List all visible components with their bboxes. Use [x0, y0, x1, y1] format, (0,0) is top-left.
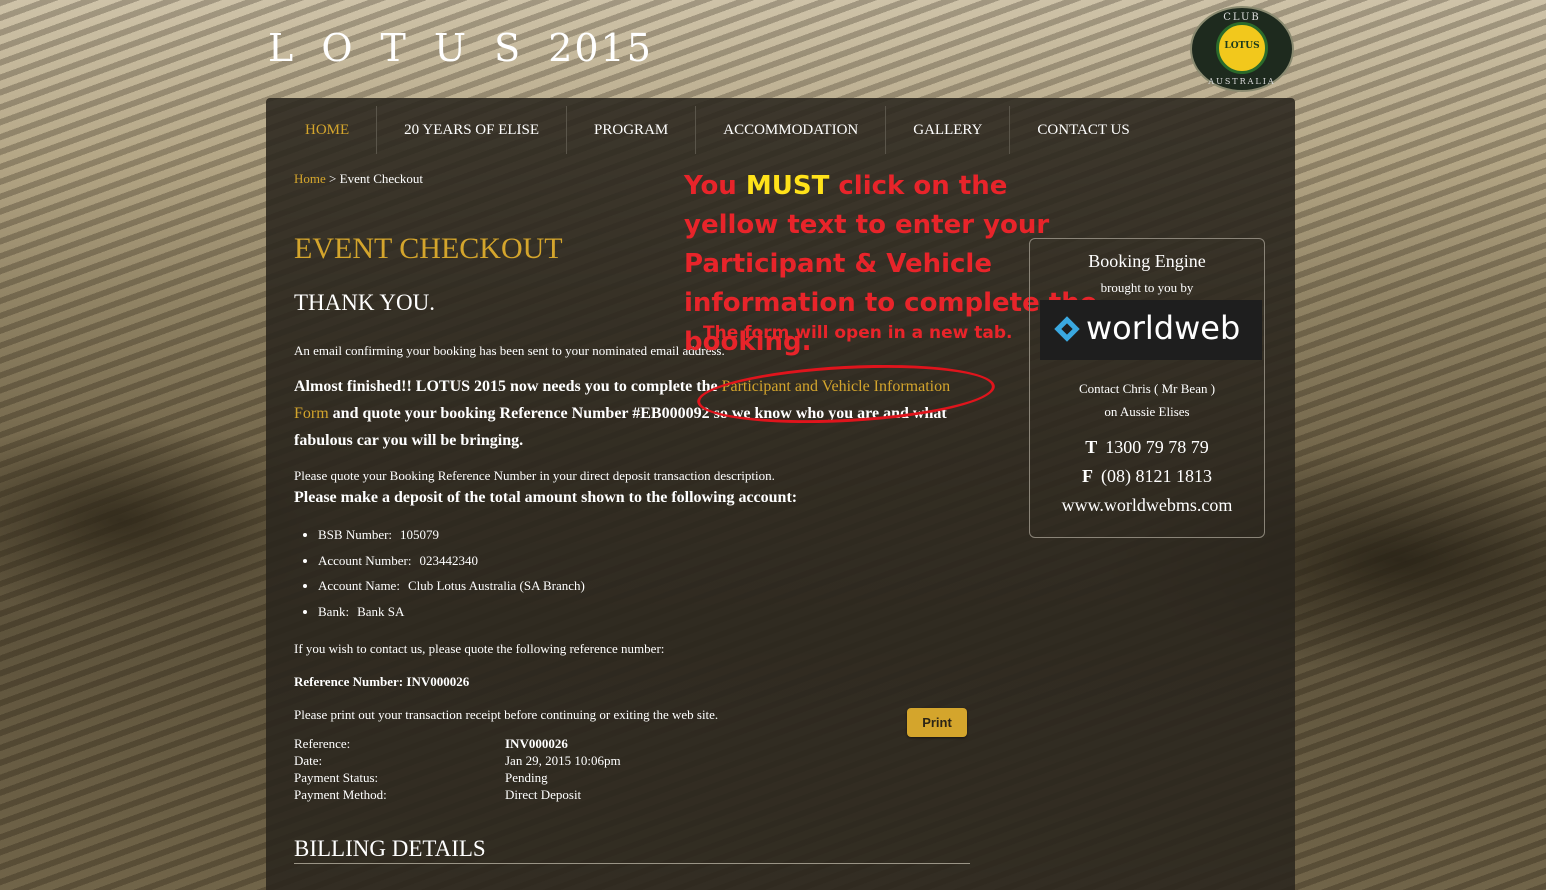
sidebar-contact-line-2: on Aussie Elises — [1104, 404, 1190, 419]
thank-you-heading: THANK YOU. — [294, 290, 435, 315]
nav-item-contact-us[interactable]: CONTACT US — [1010, 106, 1156, 154]
booking-engine-sidebar: Booking Engine brought to you by worldwe… — [1029, 238, 1265, 538]
list-item: Bank: Bank SA — [318, 599, 585, 625]
nav-item-20-years-of-elise[interactable]: 20 YEARS OF ELISE — [377, 106, 568, 154]
print-note: Please print out your transaction receip… — [294, 707, 719, 722]
bank-account-name-value: Club Lotus Australia (SA Branch) — [407, 578, 585, 594]
bank-bsb-label: BSB Number: — [318, 527, 393, 542]
bank-bsb-value: 105079 — [400, 527, 440, 542]
breadcrumb: Home > Event Checkout — [294, 171, 423, 187]
print-button[interactable]: Print — [907, 708, 967, 737]
txn-method-label: Payment Method: — [294, 787, 387, 802]
txn-date-value: Jan 29, 2015 10:06pm — [505, 753, 621, 768]
almost-finished-text-pre: Almost finished!! LOTUS 2015 now needs y… — [294, 378, 722, 395]
logo-text-bottom: AUSTRALIA — [1208, 77, 1276, 86]
worldweb-logo-text: worldweb — [1086, 309, 1241, 347]
txn-reference-value: INV000026 — [505, 736, 568, 751]
transaction-details: Reference: INV000026 Date: Jan 29, 2015 10… — [294, 735, 621, 803]
page-title: EVENT CHECKOUT — [294, 232, 563, 265]
annotation-subnote: The form will open in a new tab. — [703, 323, 1013, 343]
annotation-must: MUST — [745, 171, 830, 201]
sidebar-fax: F (08) 8121 1813 — [1030, 466, 1264, 487]
txn-status-value: Pending — [505, 770, 548, 785]
breadcrumb-separator: > — [329, 171, 337, 186]
deposit-heading: Please make a deposit of the total amoun… — [294, 489, 798, 506]
nav-item-accommodation[interactable]: ACCOMMODATION — [696, 106, 887, 154]
txn-date-label: Date: — [294, 753, 323, 768]
list-item: Account Number: 023442340 — [318, 548, 585, 574]
content-panel: HOME 20 YEARS OF ELISE PROGRAM ACCOMMODA… — [266, 98, 1295, 890]
sidebar-title: Booking Engine — [1088, 251, 1206, 271]
breadcrumb-current: Event Checkout — [339, 171, 424, 186]
txn-method-value: Direct Deposit — [505, 787, 582, 802]
fax-label: F — [1082, 466, 1093, 486]
site-title-year: 2015 — [548, 26, 653, 70]
logo-text-center: LOTUS — [1224, 41, 1260, 51]
table-row: Payment Status: Pending — [294, 769, 621, 786]
email-confirmation-note: An email confirming your booking has bee… — [294, 343, 725, 358]
nav-item-program[interactable]: PROGRAM — [567, 106, 697, 154]
quote-reference-note: Please quote your Booking Reference Numb… — [294, 468, 775, 483]
sidebar-brought-by: brought to you by — [1100, 280, 1194, 295]
billing-details-heading: BILLING DETAILS — [294, 836, 970, 864]
table-row: Reference: INV000026 — [294, 735, 621, 752]
nav-item-home[interactable]: HOME — [266, 106, 378, 154]
nav-item-gallery[interactable]: GALLERY — [886, 106, 1011, 154]
table-row: Payment Method: Direct Deposit — [294, 786, 621, 803]
phone-label: T — [1085, 437, 1098, 457]
worldweb-diamond-icon — [1054, 316, 1080, 342]
txn-status-label: Payment Status: — [294, 770, 379, 785]
bank-details-list: BSB Number: 105079 Account Number: 0234423… — [294, 522, 585, 624]
sidebar-website-link[interactable]: www.worldwebms.com — [1030, 495, 1264, 516]
bank-name-value: Bank SA — [357, 603, 405, 619]
sidebar-contact-line-1: Contact Chris ( Mr Bean ) — [1078, 381, 1216, 396]
bank-name-label: Bank: — [318, 603, 350, 619]
breadcrumb-home-link[interactable]: Home — [294, 171, 326, 186]
txn-reference-label: Reference: — [294, 736, 351, 751]
site-title[interactable]: L O T U S 2015 — [268, 26, 653, 70]
list-item: Account Name: Club Lotus Australia (SA Br… — [318, 573, 585, 599]
annotation-text-pre: You — [684, 171, 746, 201]
main-nav: HOME 20 YEARS OF ELISE PROGRAM ACCOMMODA… — [266, 106, 1157, 154]
worldweb-logo[interactable]: worldweb — [1040, 300, 1262, 360]
bank-account-name-label: Account Name: — [318, 578, 400, 594]
list-item: BSB Number: 105079 — [318, 522, 585, 548]
site-title-main: L O T U S — [268, 26, 529, 70]
reference-number: Reference Number: INV000026 — [294, 674, 470, 689]
phone-number: 1300 79 78 79 — [1105, 437, 1209, 457]
logo-badge: LOTUS — [1216, 22, 1268, 74]
contact-note: If you wish to contact us, please quote … — [294, 641, 665, 656]
table-row: Date: Jan 29, 2015 10:06pm — [294, 752, 621, 769]
bank-account-number-value: 023442340 — [419, 552, 479, 568]
club-lotus-logo[interactable]: CLUB LOTUS AUSTRALIA — [1190, 6, 1294, 92]
fax-number: (08) 8121 1813 — [1101, 466, 1212, 486]
sidebar-phone: T 1300 79 78 79 — [1030, 437, 1264, 458]
bank-account-number-label: Account Number: — [318, 552, 412, 568]
